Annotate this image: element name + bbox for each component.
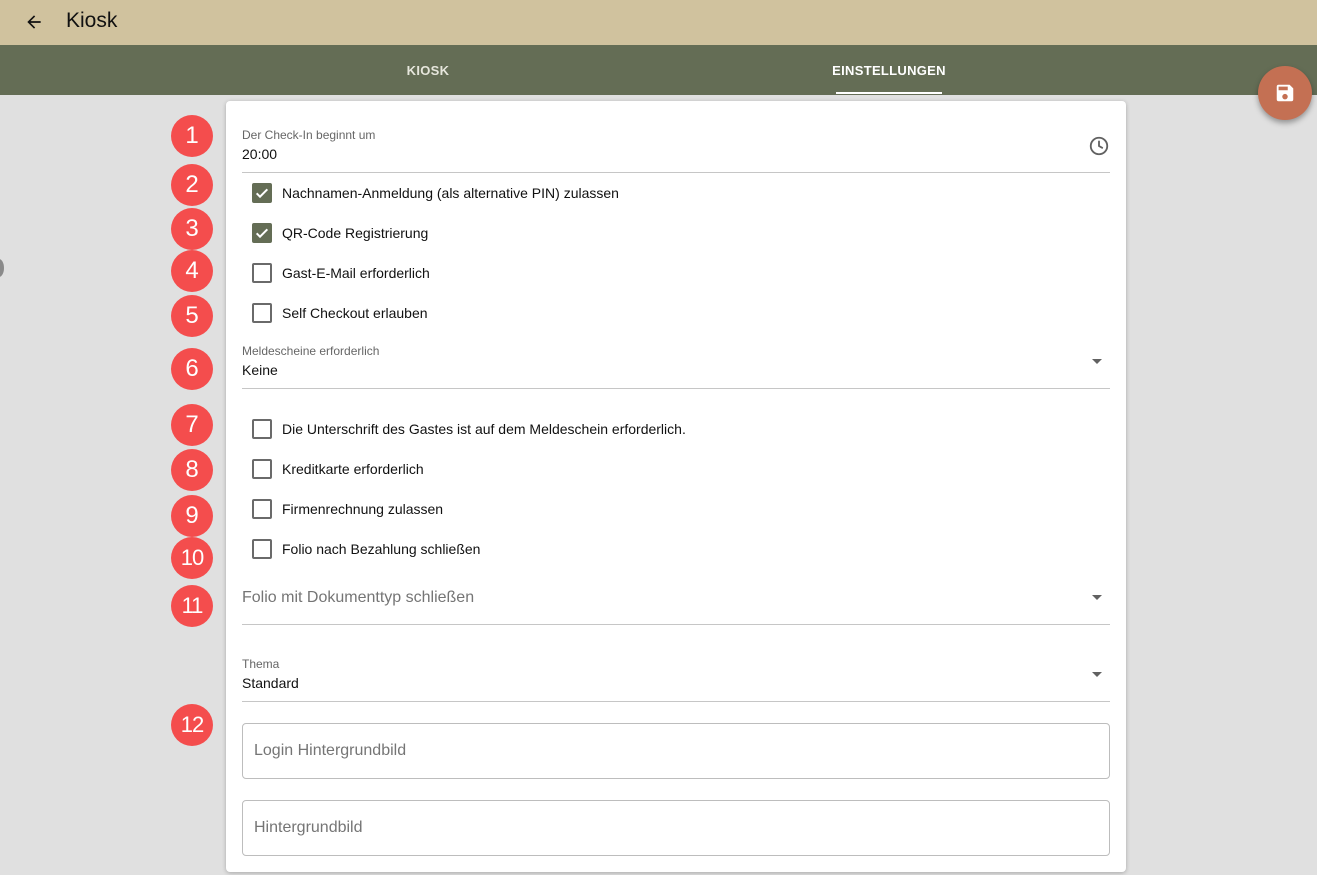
- checkbox-guest-signature[interactable]: Die Unterschrift des Gastes ist auf dem …: [252, 418, 686, 440]
- step-marker: 12: [171, 704, 213, 746]
- step-marker: 3: [171, 208, 213, 250]
- checkbox-box[interactable]: [252, 419, 272, 439]
- checkbox-box[interactable]: [252, 539, 272, 559]
- theme-value: Standard: [242, 675, 299, 691]
- checkbox-qr-registration[interactable]: QR-Code Registrierung: [252, 222, 428, 244]
- page-title: Kiosk: [66, 9, 118, 32]
- checkin-time-field[interactable]: Der Check-In beginnt um 20:00: [242, 125, 1110, 173]
- step-marker: 8: [171, 449, 213, 491]
- checkmark-icon: [255, 228, 269, 239]
- checkbox-company-invoice[interactable]: Firmenrechnung zulassen: [252, 498, 443, 520]
- step-marker: 7: [171, 404, 213, 446]
- checkbox-guest-email[interactable]: Gast-E-Mail erforderlich: [252, 262, 430, 284]
- tab-einstellungen[interactable]: EINSTELLUNGEN: [820, 45, 958, 95]
- checkbox-box[interactable]: [252, 499, 272, 519]
- step-marker: 11: [171, 585, 213, 627]
- checkbox-label: Gast-E-Mail erforderlich: [282, 265, 430, 281]
- step-marker: 1: [171, 115, 213, 157]
- login-background-placeholder: Login Hintergrundbild: [254, 742, 407, 759]
- save-icon: [1276, 84, 1294, 102]
- checkbox-box[interactable]: [252, 183, 272, 203]
- checkbox-lastname-login[interactable]: Nachnamen-Anmeldung (als alternative PIN…: [252, 182, 619, 204]
- checkbox-label: Folio nach Bezahlung schließen: [282, 541, 481, 557]
- side-drawer-handle[interactable]: [0, 259, 4, 277]
- tab-bar: KIOSK EINSTELLUNGEN: [0, 45, 1317, 95]
- checkbox-credit-card[interactable]: Kreditkarte erforderlich: [252, 458, 424, 480]
- checkin-time-value: 20:00: [242, 146, 278, 162]
- dropdown-caret-icon: [1092, 359, 1102, 364]
- meldescheine-select[interactable]: Meldescheine erforderlich Keine: [242, 341, 1110, 389]
- checkbox-label: Kreditkarte erforderlich: [282, 461, 424, 477]
- checkbox-label: Nachnamen-Anmeldung (als alternative PIN…: [282, 185, 619, 201]
- checkbox-label: Die Unterschrift des Gastes ist auf dem …: [282, 421, 686, 437]
- checkin-time-label: Der Check-In beginnt um: [242, 128, 376, 142]
- step-marker: 6: [171, 348, 213, 390]
- login-background-input[interactable]: Login Hintergrundbild: [242, 723, 1110, 779]
- tab-kiosk-label: KIOSK: [406, 62, 450, 78]
- checkbox-box[interactable]: [252, 303, 272, 323]
- theme-label: Thema: [242, 657, 280, 671]
- meldescheine-value: Keine: [242, 362, 278, 378]
- checkbox-close-folio[interactable]: Folio nach Bezahlung schließen: [252, 538, 480, 560]
- arrow-left-icon: [27, 15, 41, 29]
- checkmark-icon: [255, 188, 269, 199]
- step-marker: 2: [171, 164, 213, 206]
- dropdown-caret-icon: [1092, 672, 1102, 677]
- checkbox-box[interactable]: [252, 459, 272, 479]
- active-tab-indicator: [836, 92, 942, 94]
- checkbox-box[interactable]: [252, 223, 272, 243]
- tab-kiosk[interactable]: KIOSK: [380, 45, 476, 95]
- folio-doctype-select[interactable]: Folio mit Dokumenttyp schließen: [242, 577, 1110, 625]
- clock-icon[interactable]: [1088, 135, 1110, 162]
- settings-card: Der Check-In beginnt um 20:00 Nachnamen-…: [226, 101, 1126, 872]
- step-marker: 4: [171, 250, 213, 292]
- checkbox-box[interactable]: [252, 263, 272, 283]
- background-placeholder: Hintergrundbild: [254, 819, 363, 836]
- step-marker: 10: [171, 537, 213, 579]
- theme-select[interactable]: Thema Standard: [242, 654, 1110, 702]
- back-button[interactable]: [20, 8, 48, 36]
- dropdown-caret-icon: [1092, 595, 1102, 600]
- tab-einstellungen-label: EINSTELLUNGEN: [832, 62, 946, 78]
- checkbox-label: Self Checkout erlauben: [282, 305, 428, 321]
- background-input[interactable]: Hintergrundbild: [242, 800, 1110, 856]
- step-marker: 5: [171, 295, 213, 337]
- folio-doctype-placeholder: Folio mit Dokumenttyp schließen: [242, 589, 475, 606]
- checkbox-self-checkout[interactable]: Self Checkout erlauben: [252, 302, 428, 324]
- step-marker: 9: [171, 495, 213, 537]
- checkbox-label: QR-Code Registrierung: [282, 225, 429, 241]
- meldescheine-label: Meldescheine erforderlich: [242, 344, 380, 358]
- save-button[interactable]: [1258, 66, 1312, 120]
- checkbox-label: Firmenrechnung zulassen: [282, 501, 444, 517]
- app-bar: Kiosk: [0, 0, 1317, 45]
